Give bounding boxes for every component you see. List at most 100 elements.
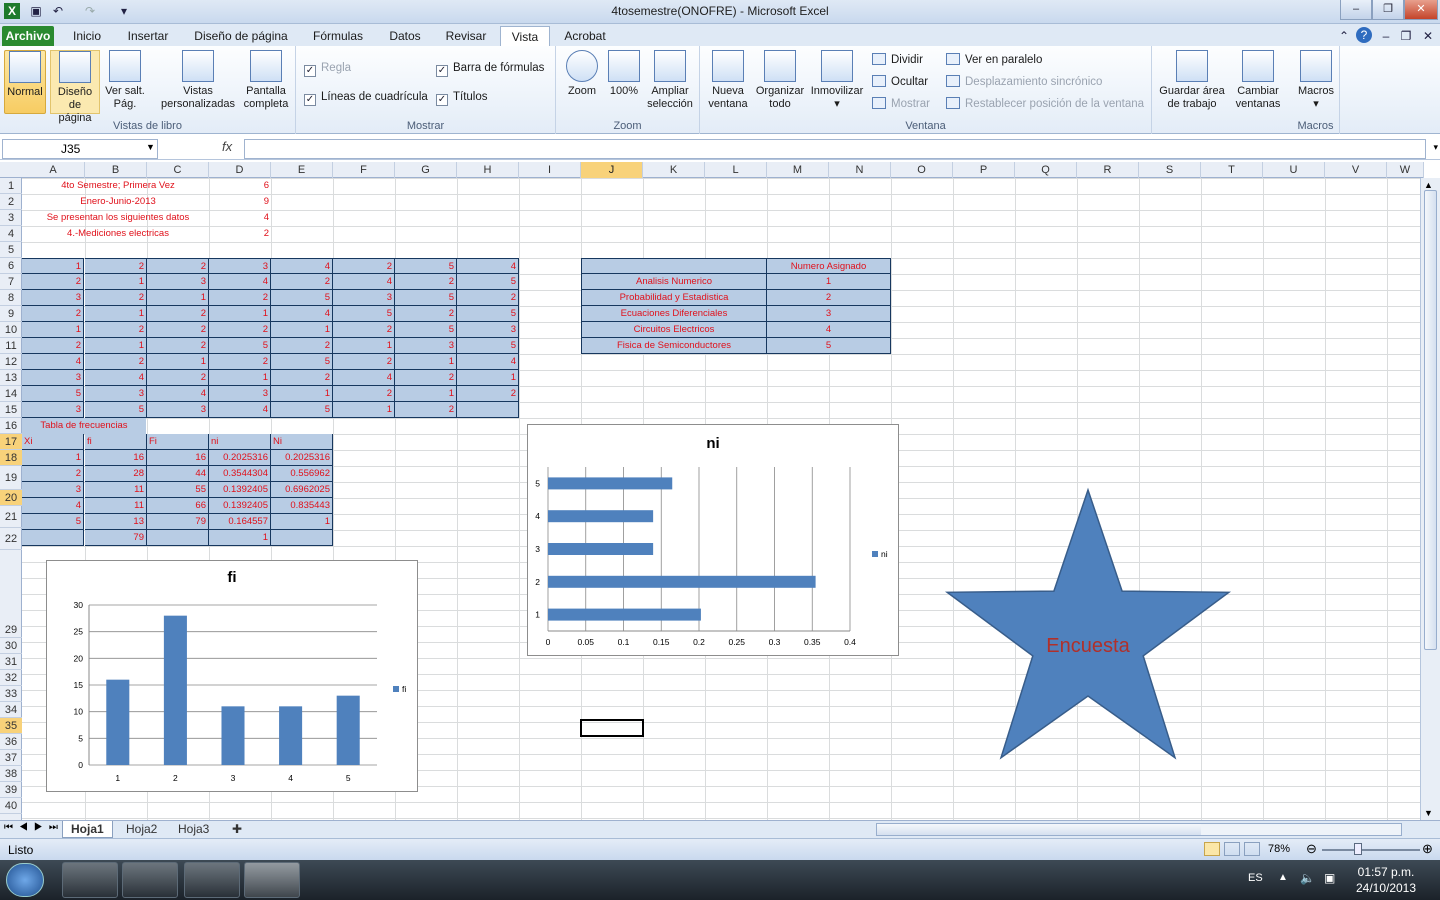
zoom-in-icon[interactable]: ⊕: [1422, 841, 1433, 857]
row-header-7[interactable]: 7: [0, 274, 22, 290]
data-table-cell[interactable]: 3: [333, 290, 395, 306]
freq-header-cell[interactable]: fi: [85, 434, 147, 450]
side-by-side-button[interactable]: Ver en paralelo: [946, 51, 1042, 69]
star-shape[interactable]: Encuesta: [938, 486, 1238, 766]
freq-table-cell[interactable]: 0.2025316: [271, 450, 333, 466]
freq-total-cell[interactable]: [271, 530, 333, 546]
insert-function-button[interactable]: fx: [222, 139, 232, 154]
wb-restore-icon[interactable]: ❐: [1398, 28, 1414, 44]
excel-taskbar-icon[interactable]: [244, 862, 300, 898]
freq-table-cell[interactable]: 4: [22, 498, 84, 514]
data-table-cell[interactable]: 4: [271, 306, 333, 322]
row-header-13[interactable]: 13: [0, 370, 22, 386]
network-icon[interactable]: ▣: [1324, 871, 1335, 885]
subjects-corner-cell[interactable]: [581, 258, 767, 274]
data-table-cell[interactable]: 2: [22, 306, 84, 322]
row-header-3[interactable]: 3: [0, 210, 22, 226]
data-table-cell[interactable]: 4: [209, 274, 271, 290]
column-header-k[interactable]: K: [643, 162, 705, 178]
zoom-selection-button[interactable]: Ampliar selección: [644, 50, 696, 114]
data-table-cell[interactable]: 1: [457, 370, 519, 386]
freq-header-cell[interactable]: Xi: [22, 434, 84, 450]
data-table-cell[interactable]: 4: [85, 370, 147, 386]
data-table-cell[interactable]: 1: [333, 402, 395, 418]
name-box-dropdown-icon[interactable]: ▼: [146, 142, 155, 152]
data-table-cell[interactable]: 2: [147, 338, 209, 354]
subject-number-cell[interactable]: 2: [767, 290, 891, 306]
freq-table-title[interactable]: Tabla de frecuencias: [22, 418, 146, 434]
data-table-cell[interactable]: 2: [333, 354, 395, 370]
page-break-status-icon[interactable]: [1244, 842, 1260, 856]
subject-name-cell[interactable]: Fisica de Semiconductores: [581, 338, 767, 354]
freq-table-cell[interactable]: 79: [147, 514, 209, 530]
data-table-cell[interactable]: 5: [395, 322, 457, 338]
column-header-b[interactable]: B: [85, 162, 147, 178]
data-table-cell[interactable]: 5: [22, 386, 84, 402]
restore-button[interactable]: ❐: [1372, 0, 1404, 20]
reset-position-button[interactable]: Restablecer posición de la ventana: [946, 95, 1144, 113]
row-header-1[interactable]: 1: [0, 178, 22, 194]
freq-table-cell[interactable]: 0.6962025: [271, 482, 333, 498]
freq-table-cell[interactable]: 44: [147, 466, 209, 482]
row-header-30[interactable]: 30: [0, 638, 22, 654]
sheet-tab-hoja1[interactable]: Hoja1: [62, 821, 113, 838]
normal-view-button[interactable]: Normal: [4, 50, 46, 114]
row-header-18[interactable]: 18: [0, 450, 22, 466]
clock-time[interactable]: 01:57 p.m.: [1356, 865, 1416, 879]
wb-minimize-icon[interactable]: –: [1378, 28, 1394, 44]
insert-sheet-icon[interactable]: ✚: [224, 821, 250, 838]
data-table-cell[interactable]: 2: [85, 354, 147, 370]
row-header-33[interactable]: 33: [0, 686, 22, 702]
column-header-t[interactable]: T: [1201, 162, 1263, 178]
scroll-up-icon[interactable]: ▲: [1424, 180, 1433, 190]
header-text-cell[interactable]: 4to Semestre; Primera Vez: [22, 178, 214, 194]
column-header-v[interactable]: V: [1325, 162, 1387, 178]
row-header-12[interactable]: 12: [0, 354, 22, 370]
column-header-w[interactable]: W: [1387, 162, 1424, 178]
column-header-l[interactable]: L: [705, 162, 767, 178]
data-table-cell[interactable]: 5: [209, 338, 271, 354]
data-table-cell[interactable]: 4: [22, 354, 84, 370]
data-table-cell[interactable]: 2: [333, 322, 395, 338]
row-header-31[interactable]: 31: [0, 654, 22, 670]
data-table-cell[interactable]: 3: [209, 386, 271, 402]
column-header-f[interactable]: F: [333, 162, 395, 178]
row-header-16[interactable]: 16: [0, 418, 22, 434]
normal-view-status-icon[interactable]: [1204, 842, 1220, 856]
explorer-taskbar-icon[interactable]: [62, 862, 118, 898]
freq-table-cell[interactable]: 1: [22, 450, 84, 466]
chart-fi[interactable]: fi 0 5 10 15 20 25 30 1 2 3 4 5 fi: [46, 560, 418, 792]
data-table-cell[interactable]: 2: [209, 322, 271, 338]
data-table-cell[interactable]: 5: [271, 290, 333, 306]
subject-number-cell[interactable]: 4: [767, 322, 891, 338]
data-table-cell[interactable]: 1: [271, 386, 333, 402]
row-header-19[interactable]: 19: [0, 466, 22, 490]
subject-name-cell[interactable]: Circuitos Electricos: [581, 322, 767, 338]
data-table-cell[interactable]: 5: [457, 274, 519, 290]
freq-table-cell[interactable]: 0.3544304: [209, 466, 271, 482]
freq-table-cell[interactable]: 55: [147, 482, 209, 498]
wb-close-icon[interactable]: ✕: [1420, 28, 1436, 44]
sheet-tab-hoja3[interactable]: Hoja3: [170, 821, 217, 838]
data-table-cell[interactable]: 3: [209, 258, 271, 274]
freq-total-cell[interactable]: 79: [85, 530, 147, 546]
custom-views-button[interactable]: Vistas personalizadas: [158, 50, 238, 114]
data-table-cell[interactable]: 3: [395, 338, 457, 354]
column-header-i[interactable]: I: [519, 162, 581, 178]
row-header-17[interactable]: 17: [0, 434, 22, 450]
freq-table-cell[interactable]: 5: [22, 514, 84, 530]
data-table-cell[interactable]: 5: [271, 402, 333, 418]
column-header-d[interactable]: D: [209, 162, 271, 178]
regla-checkbox[interactable]: ✓ Regla: [304, 60, 351, 77]
data-table-cell[interactable]: 2: [22, 274, 84, 290]
zoom-slider[interactable]: [1322, 849, 1420, 851]
data-table-cell[interactable]: 2: [147, 306, 209, 322]
data-table-cell[interactable]: 3: [22, 370, 84, 386]
zoom-slider-thumb[interactable]: [1354, 843, 1362, 855]
freq-table-cell[interactable]: 16: [147, 450, 209, 466]
data-table-cell[interactable]: 2: [395, 306, 457, 322]
freq-table-cell[interactable]: 11: [85, 482, 147, 498]
freq-total-cell[interactable]: [147, 530, 209, 546]
column-header-a[interactable]: A: [22, 162, 85, 178]
fullscreen-button[interactable]: Pantalla completa: [240, 50, 292, 114]
